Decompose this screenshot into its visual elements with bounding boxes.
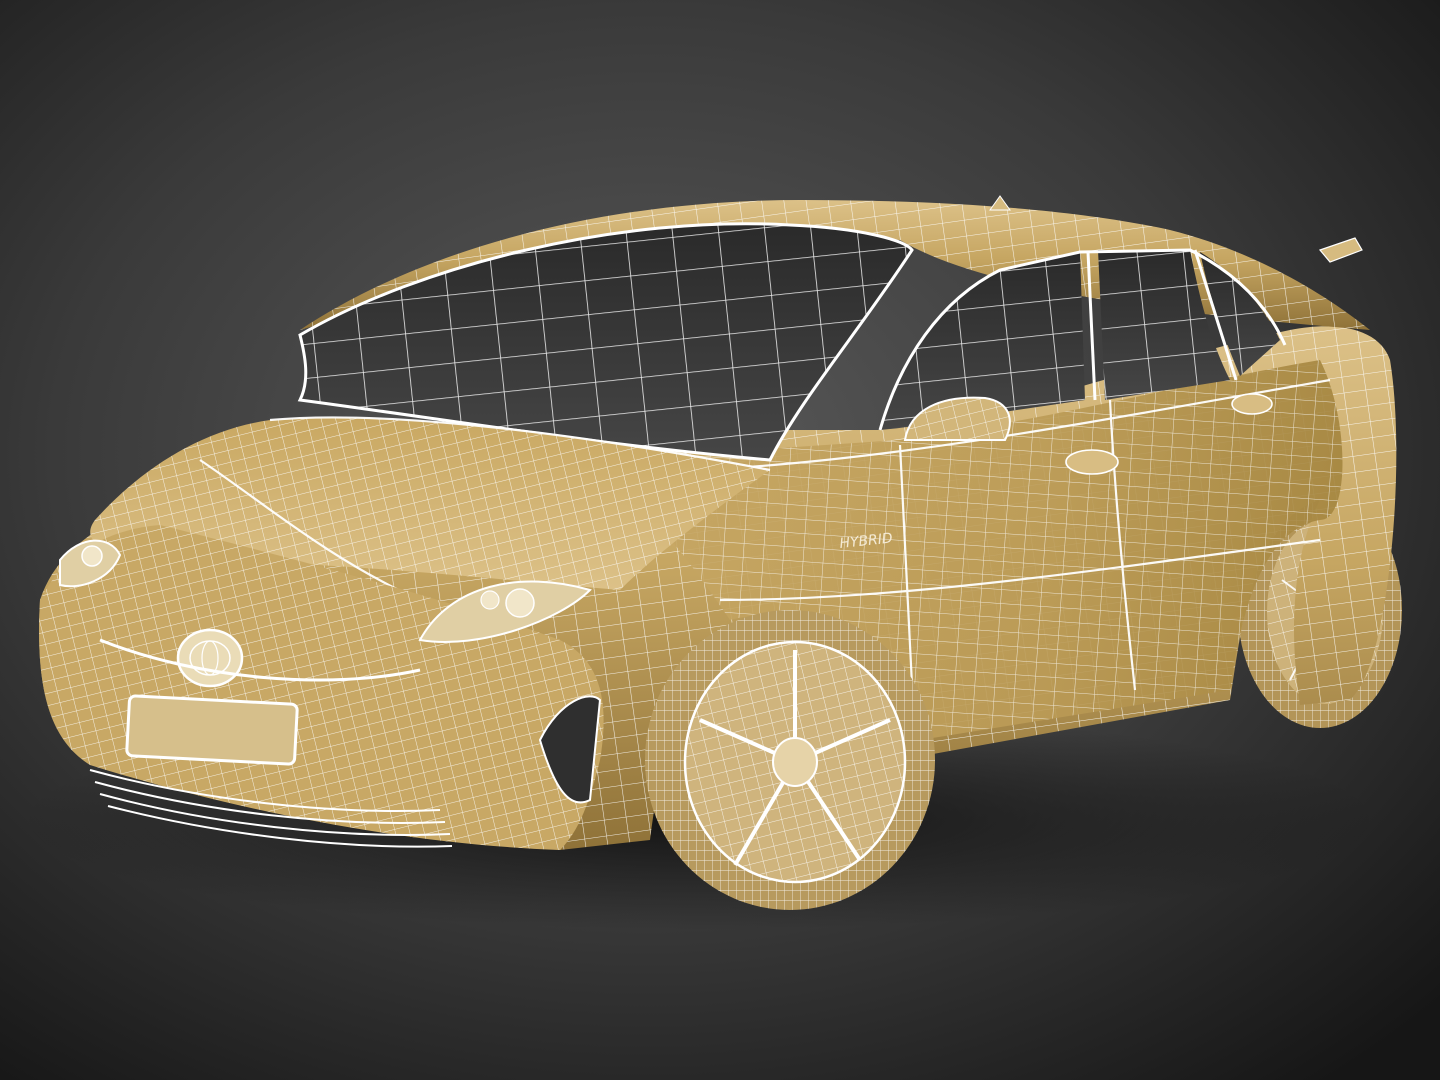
door-handle-front xyxy=(1065,449,1119,475)
render-viewport: HYBRID xyxy=(0,0,1440,1080)
car-render: HYBRID xyxy=(0,0,1440,1080)
front-wheel xyxy=(645,610,935,910)
license-plate-area xyxy=(125,694,299,766)
door-handle-rear xyxy=(1231,393,1273,415)
brand-emblem xyxy=(176,628,244,688)
